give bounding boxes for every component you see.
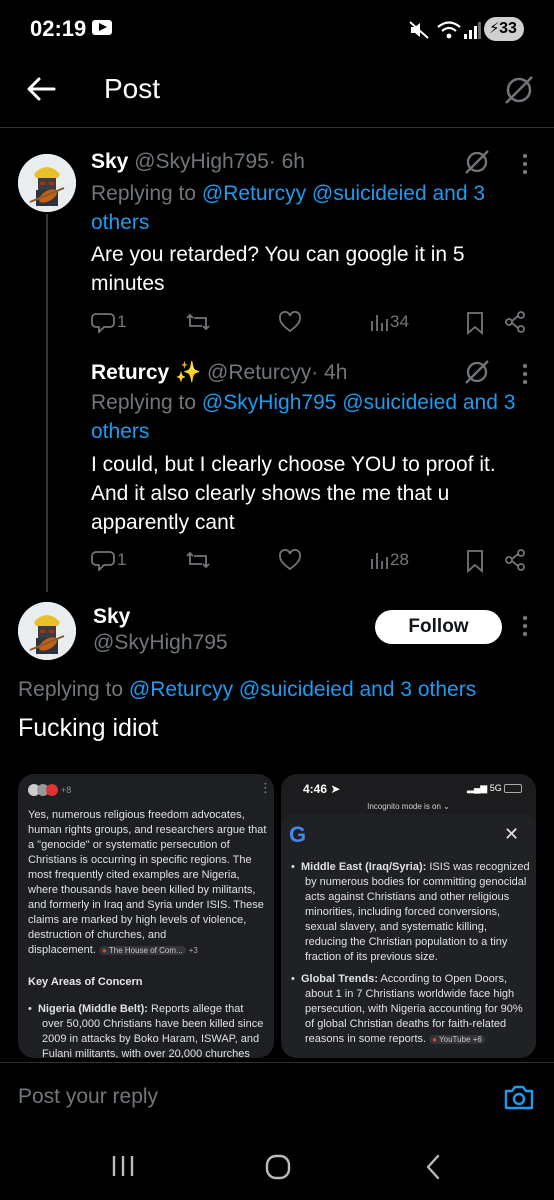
home-icon[interactable] [264,1153,292,1181]
camera-icon[interactable] [503,1083,535,1111]
repost-icon[interactable] [185,311,211,333]
source-avatars: +8 [28,784,71,796]
post-header: Post [0,58,554,128]
more-options-icon[interactable] [521,152,529,176]
phone-time: 4:46 ➤ [303,782,341,796]
bullet-nigeria: • Nigeria (Middle Belt): Reports allege … [28,1003,264,1058]
replying-to-others[interactable]: others [91,420,149,443]
status-bar: 02:19 ⚡ 33 [0,0,554,58]
views-button[interactable]: 34 [370,311,409,333]
view-count: 34 [390,312,409,331]
mute-icon [409,21,429,39]
replying-to: Replying to @SkyHigh795 @suicideied and … [91,391,516,443]
repost-icon[interactable] [185,549,211,571]
status-time: 02:19 [30,16,87,41]
share-icon[interactable] [504,549,526,571]
reply-icon [91,313,115,333]
page-title: Post [104,73,161,104]
replying-to-links[interactable]: @Returcyy @suicideied and 3 others [129,678,476,701]
ai-answer-text: Yes, numerous religious freedom advocate… [28,809,267,956]
share-icon[interactable] [504,311,526,333]
more-options-icon[interactable] [521,614,529,638]
youtube-notification-icon [92,20,112,35]
reply-count: 1 [117,550,127,569]
attached-image-left[interactable]: +8 ⋮ Yes, numerous religious freedom adv… [18,774,274,1058]
grok-icon[interactable] [502,73,536,107]
tweet-header: Returcy ✨ @Returcyy· 4h [91,361,347,385]
replying-to-links[interactable]: @SkyHigh795 @suicideied and 3 [202,391,515,414]
google-logo-icon: G [289,822,307,847]
replying-to: Replying to @Returcyy @suicideied and 3 … [18,678,477,701]
tweet-text: I could, but I clearly choose YOU to pro… [91,453,496,534]
reply-input[interactable]: Post your reply [18,1085,158,1109]
grok-icon[interactable] [463,358,491,386]
section-heading: Key Areas of Concern [28,976,143,988]
grok-icon[interactable] [463,148,491,176]
close-icon: ✕ [504,824,520,844]
views-icon [371,553,388,569]
bookmark-icon[interactable] [465,549,485,573]
view-count: 28 [390,550,409,569]
reply-count: 1 [117,312,127,331]
handle[interactable]: @SkyHigh795 [93,631,228,655]
more-options-icon: ⋮ [259,780,272,795]
avatar[interactable] [18,602,76,660]
recent-apps-icon[interactable] [110,1154,136,1178]
avatar[interactable] [18,154,76,212]
reply-composer[interactable]: Post your reply [0,1062,554,1130]
bullet-global-trends: • Global Trends: According to Open Doors… [291,973,523,1045]
android-nav-bar [0,1130,554,1200]
wifi-icon [437,21,461,39]
like-icon[interactable] [278,549,302,571]
phone-status: ▂▄▆ 5G [467,783,523,794]
bullet-middle-east: • Middle East (Iraq/Syria): ISIS was rec… [291,861,530,963]
back-icon[interactable] [424,1154,442,1180]
more-options-icon[interactable] [521,362,529,386]
back-arrow-icon[interactable] [26,76,56,102]
replying-to: Replying to @Returcyy @suicideied and 3 … [91,182,486,234]
display-name[interactable]: Returcy ✨ [91,361,201,384]
signal-icon [464,22,481,39]
tweet-text: Are you retarded? You can google it in 5… [91,243,465,295]
handle[interactable]: @Returcyy [207,361,311,384]
battery-indicator: ⚡ 33 [484,17,524,41]
replying-to-others[interactable]: others [91,211,149,234]
attached-image-right[interactable]: 4:46 ➤ ▂▄▆ 5G Incognito mode is on ⌄ G ✕… [281,774,536,1058]
tweet-text: Fucking idiot [18,714,159,742]
like-icon[interactable] [278,311,302,333]
thread-line [46,214,48,592]
views-button[interactable]: 28 [370,549,409,571]
follow-button[interactable]: Follow [375,610,502,644]
timestamp: · 6h [268,150,305,173]
bookmark-icon[interactable] [465,311,485,335]
google-panel: G ✕ • Middle East (Iraq/Syria): ISIS was… [281,814,536,1058]
display-name[interactable]: Sky [91,150,128,173]
display-name[interactable]: Sky [93,605,130,629]
tweet-header: Sky @SkyHigh795· 6h [91,150,305,174]
handle[interactable]: @SkyHigh795 [134,150,269,173]
replying-to-links[interactable]: @Returcyy @suicideied and 3 [202,182,485,205]
timestamp: · 4h [311,361,348,384]
reply-icon [91,551,115,571]
views-icon [371,315,388,331]
incognito-label: Incognito mode is on ⌄ [367,802,450,811]
reply-button[interactable]: 1 [91,549,126,571]
reply-button[interactable]: 1 [91,311,126,333]
